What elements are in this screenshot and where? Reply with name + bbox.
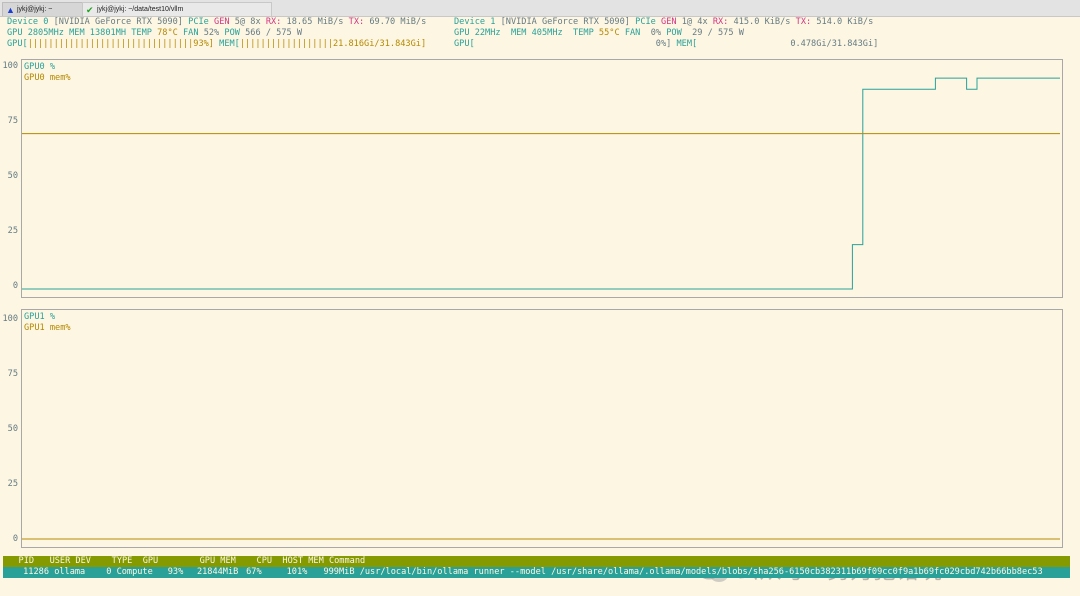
y-tick: 0: [12, 534, 18, 544]
gpu1-chart: [22, 538, 1060, 540]
command-cell: /usr/local/bin/ollama runner --model /us…: [359, 567, 1043, 577]
y-tick: 100: [2, 61, 18, 71]
warning-icon: ▲: [6, 5, 15, 15]
dev-cell: 0: [106, 567, 112, 577]
type-cell: Compute: [116, 567, 153, 577]
host-mem-cell: 999MiB: [323, 567, 355, 577]
device1-line1: Device 1 [NVIDIA GeForce RTX 5090] PCIe …: [454, 17, 874, 27]
terminal-area[interactable]: Device 0 [NVIDIA GeForce RTX 5090] PCIe …: [0, 17, 1080, 596]
cpu-cell: 101%: [286, 567, 308, 577]
gpu-mem-cell: 21844MiB: [196, 567, 239, 577]
y-tick: 25: [7, 479, 18, 489]
device0-line1: Device 0 [NVIDIA GeForce RTX 5090] PCIe …: [7, 17, 427, 27]
tab-label: jykj@jykj: ~/data/test10/vllm: [97, 6, 184, 13]
check-icon: ✔: [86, 5, 94, 15]
tab-vllm-terminal[interactable]: ✔ jykj@jykj: ~/data/test10/vllm: [82, 2, 272, 16]
y-tick: 75: [7, 369, 18, 379]
device0-line3: GPU[||||||||||||||||||||||||||||||||93%]…: [7, 39, 427, 49]
y-tick: 25: [7, 226, 18, 236]
process-table-header: PID USER DEV TYPE GPU GPU MEM CPU HOST M…: [3, 556, 1070, 567]
process-row[interactable]: 11286 ollama 0 Compute 93% 21844MiB 67% …: [3, 567, 1070, 578]
y-tick: 50: [7, 424, 18, 434]
y-tick: 0: [12, 281, 18, 291]
series-line-gpu0-: [22, 77, 1060, 290]
gpu-cell: 93%: [167, 567, 184, 577]
y-tick: 100: [2, 314, 18, 324]
gpu0-chart: [22, 77, 1060, 290]
device1-line3: GPU[ 0%] MEM[ 0.478Gi/31.843Gi]: [454, 39, 879, 49]
pid-cell: 11286: [23, 567, 49, 577]
tab-label: jykj@jykj: ~: [17, 6, 53, 13]
gpu1-chart-panel: GPU1 % GPU1 mem%: [21, 309, 1063, 548]
gpu0-chart-panel: GPU0 % GPU0 mem%: [21, 59, 1063, 298]
user-cell: ollama: [54, 567, 86, 577]
y-tick: 50: [7, 171, 18, 181]
device0-line2: GPU 2805MHz MEM 13801MH TEMP 78°C FAN 52…: [7, 28, 303, 38]
gpu-mem-pct-cell: 67%: [246, 567, 262, 577]
y-tick: 75: [7, 116, 18, 126]
tab-bar: ▲ jykj@jykj: ~ ✔ jykj@jykj: ~/data/test1…: [0, 0, 1080, 17]
device1-line2: GPU 22MHz MEM 405MHz TEMP 55°C FAN 0% PO…: [454, 28, 744, 38]
